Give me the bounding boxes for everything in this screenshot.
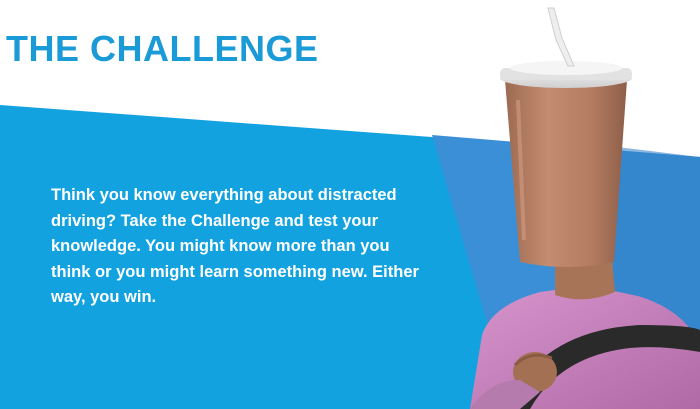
challenge-page: THE CHALLENGE Think you know everything … [0,0,700,409]
straw [547,7,575,67]
cup-head-driver-illustration [470,7,700,409]
